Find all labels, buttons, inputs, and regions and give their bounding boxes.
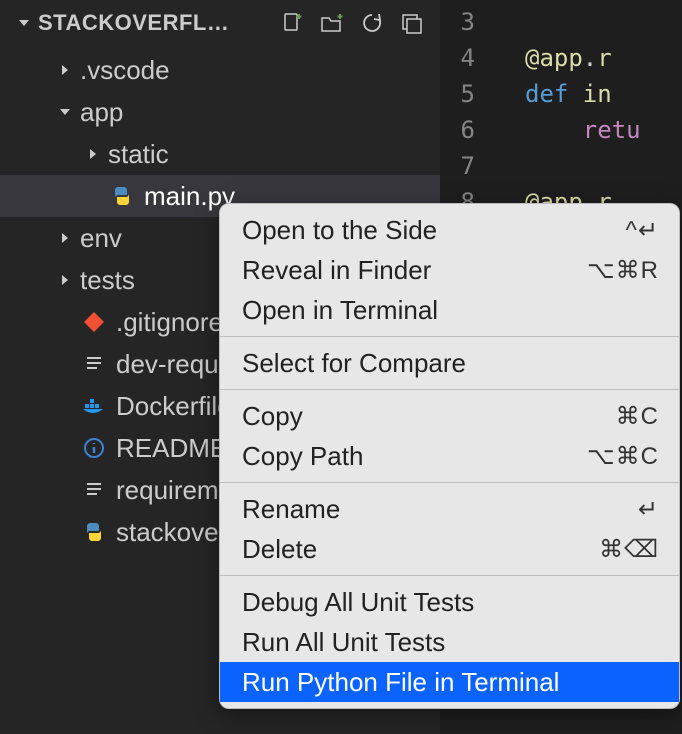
new-file-button[interactable] xyxy=(272,3,312,43)
line-number: 6 xyxy=(440,116,505,144)
menu-item-label: Run All Unit Tests xyxy=(242,627,659,658)
menu-item-shortcut: ⌘C xyxy=(616,402,659,431)
text-icon xyxy=(80,350,108,378)
tree-item-label: .gitignore xyxy=(116,307,223,338)
code-token: def xyxy=(525,80,583,108)
code-token: in xyxy=(583,80,612,108)
chevron-down-icon xyxy=(56,106,74,118)
menu-item-label: Debug All Unit Tests xyxy=(242,587,659,618)
explorer-header: STACKOVERFL… xyxy=(0,0,440,45)
tree-item-label: app xyxy=(80,97,123,128)
menu-item-label: Select for Compare xyxy=(242,348,659,379)
chevron-right-icon xyxy=(56,274,74,286)
menu-item-label: Copy Path xyxy=(242,441,587,472)
menu-item[interactable]: Run All Unit Tests xyxy=(220,622,679,662)
menu-item-shortcut: ^↵ xyxy=(626,216,659,245)
code-line: 4@app.r xyxy=(440,40,682,76)
menu-item-shortcut: ⌘⌫ xyxy=(599,535,659,564)
menu-item[interactable]: Rename↵ xyxy=(220,489,679,529)
menu-item[interactable]: Open in Terminal xyxy=(220,290,679,330)
folder-item[interactable]: .vscode xyxy=(0,49,440,91)
menu-item-label: Open in Terminal xyxy=(242,295,659,326)
code-line: 3 xyxy=(440,4,682,40)
menu-item[interactable]: Open to the Side^↵ xyxy=(220,210,679,250)
folder-item[interactable]: app xyxy=(0,91,440,133)
menu-item[interactable]: Select for Compare xyxy=(220,343,679,383)
code-token: @app xyxy=(525,44,583,72)
menu-separator xyxy=(220,575,679,576)
code-line: 6 retu xyxy=(440,112,682,148)
menu-item[interactable]: Copy Path⌥⌘C xyxy=(220,436,679,476)
menu-item[interactable]: Delete⌘⌫ xyxy=(220,529,679,569)
tree-item-label: static xyxy=(108,139,169,170)
new-folder-button[interactable] xyxy=(312,3,352,43)
menu-item-shortcut: ⌥⌘C xyxy=(587,442,659,471)
menu-item-label: Rename xyxy=(242,494,638,525)
chevron-right-icon xyxy=(84,148,102,160)
chevron-right-icon xyxy=(56,232,74,244)
tree-item-label: env xyxy=(80,223,122,254)
line-number: 4 xyxy=(440,44,505,72)
info-icon xyxy=(80,434,108,462)
menu-item-label: Reveal in Finder xyxy=(242,255,587,286)
git-icon xyxy=(80,308,108,336)
menu-item-label: Run Python File in Terminal xyxy=(242,667,659,698)
menu-separator xyxy=(220,336,679,337)
menu-item[interactable]: Copy⌘C xyxy=(220,396,679,436)
menu-separator xyxy=(220,482,679,483)
menu-item[interactable]: Run Python File in Terminal xyxy=(220,662,679,702)
line-number: 5 xyxy=(440,80,505,108)
menu-item-label: Copy xyxy=(242,401,616,432)
line-number: 7 xyxy=(440,152,505,180)
project-title: STACKOVERFL… xyxy=(38,10,272,36)
code-token: retu xyxy=(525,116,641,144)
python-icon xyxy=(80,518,108,546)
tree-item-label: dev-requir xyxy=(116,349,233,380)
menu-separator xyxy=(220,389,679,390)
line-number: 3 xyxy=(440,8,505,36)
code-content: retu xyxy=(505,116,641,144)
menu-item[interactable]: Reveal in Finder⌥⌘R xyxy=(220,250,679,290)
menu-item[interactable]: Debug All Unit Tests xyxy=(220,582,679,622)
chevron-down-icon xyxy=(18,17,30,29)
menu-item-shortcut: ⌥⌘R xyxy=(587,256,659,285)
tree-item-label: .vscode xyxy=(80,55,170,86)
code-content: def in xyxy=(505,80,612,108)
menu-item-label: Delete xyxy=(242,534,599,565)
collapse-all-button[interactable] xyxy=(392,3,432,43)
refresh-button[interactable] xyxy=(352,3,392,43)
menu-item-shortcut: ↵ xyxy=(638,495,659,524)
code-token: . xyxy=(583,44,597,72)
code-content: @app.r xyxy=(505,44,612,72)
tree-item-label: tests xyxy=(80,265,135,296)
code-line: 7 xyxy=(440,148,682,184)
context-menu: Open to the Side^↵Reveal in Finder⌥⌘ROpe… xyxy=(219,203,680,709)
code-line: 5def in xyxy=(440,76,682,112)
chevron-right-icon xyxy=(56,64,74,76)
code-token: r xyxy=(597,44,611,72)
menu-item-label: Open to the Side xyxy=(242,215,626,246)
python-icon xyxy=(108,182,136,210)
folder-item[interactable]: static xyxy=(0,133,440,175)
text-icon xyxy=(80,476,108,504)
tree-item-label: Dockerfile xyxy=(116,391,232,422)
docker-icon xyxy=(80,392,108,420)
